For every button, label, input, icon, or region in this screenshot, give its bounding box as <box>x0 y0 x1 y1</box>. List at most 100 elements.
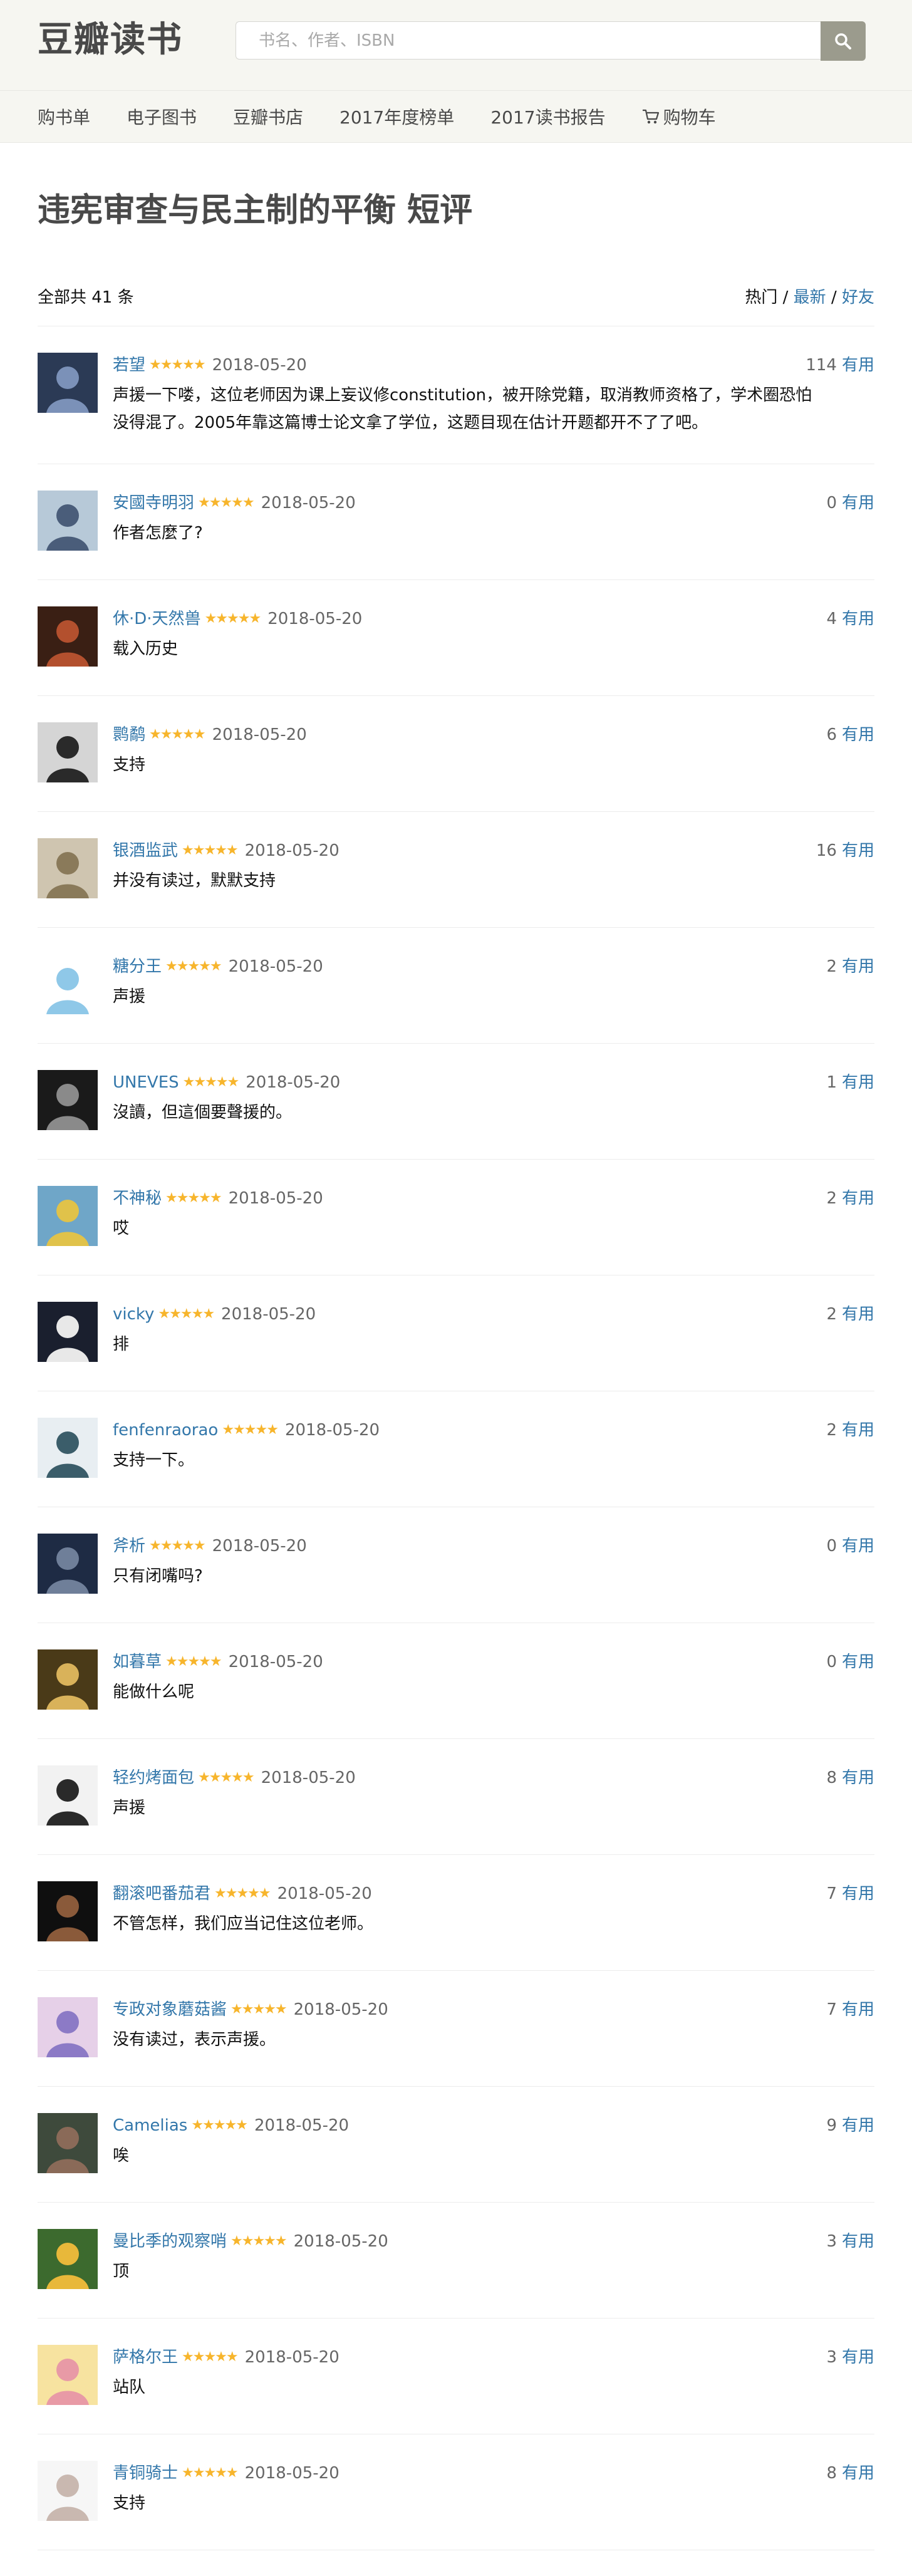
vote-useful-button[interactable]: 有用 <box>842 1653 874 1671</box>
vote-useful-button[interactable]: 有用 <box>842 494 874 512</box>
vote-useful-button[interactable]: 有用 <box>842 957 874 976</box>
vote-count: 8 有用 <box>826 2461 874 2486</box>
comment-meta: 银酒监武 ★★★★★ 2018-05-20 <box>113 838 874 863</box>
avatar[interactable] <box>38 1881 98 1941</box>
avatar[interactable] <box>38 2345 98 2405</box>
comment-username[interactable]: 曼比季的观察哨 <box>113 2229 227 2254</box>
comment-item: 翻滚吧番茄君 ★★★★★ 2018-05-20 不管怎样，我们应当记住这位老师。 7 有用 <box>38 1855 874 1971</box>
avatar[interactable] <box>38 1649 98 1710</box>
vote-useful-button[interactable]: 有用 <box>842 356 874 375</box>
nav-item-annual-ranking[interactable]: 2017年度榜单 <box>339 104 454 129</box>
comment-username[interactable]: vicky <box>113 1302 154 1327</box>
vote-useful-button[interactable]: 有用 <box>842 2348 874 2367</box>
comment-text: 顶 <box>113 2262 130 2281</box>
vote-useful-button[interactable]: 有用 <box>842 725 874 744</box>
avatar[interactable] <box>38 2229 98 2289</box>
avatar[interactable] <box>38 491 98 551</box>
avatar[interactable] <box>38 2113 98 2173</box>
avatar[interactable] <box>38 1765 98 1826</box>
comment-username[interactable]: 青铜骑士 <box>113 2461 178 2486</box>
sort-options: 热门 / 最新 / 好友 <box>745 284 874 308</box>
comment-username[interactable]: 银酒监武 <box>113 838 178 863</box>
comment-body: 曼比季的观察哨 ★★★★★ 2018-05-20 顶 <box>113 2229 874 2318</box>
vote-useful-button[interactable]: 有用 <box>842 1421 874 1440</box>
vote-useful-button[interactable]: 有用 <box>842 1537 874 1555</box>
sort-hot[interactable]: 热门 <box>745 288 777 307</box>
comment-username[interactable]: 斧析 <box>113 1534 145 1559</box>
search-button[interactable] <box>821 21 866 61</box>
comment-date: 2018-05-20 <box>212 356 307 375</box>
comment-meta: 翻滚吧番茄君 ★★★★★ 2018-05-20 <box>113 1881 874 1906</box>
comment-username[interactable]: 若望 <box>113 353 145 378</box>
comment-username[interactable]: 萨格尔王 <box>113 2345 178 2370</box>
comment-body: 斧析 ★★★★★ 2018-05-20 只有闭嘴吗? <box>113 1534 874 1623</box>
vote-useful-button[interactable]: 有用 <box>842 610 874 628</box>
comment-username[interactable]: 专政对象蘑菇酱 <box>113 1997 227 2022</box>
vote-count: 7 有用 <box>826 1997 874 2022</box>
avatar[interactable] <box>38 838 98 898</box>
vote-useful-button[interactable]: 有用 <box>842 1305 874 1324</box>
comment-username[interactable]: UNEVES <box>113 1070 179 1095</box>
comment-username[interactable]: Camelias <box>113 2113 187 2138</box>
comment-username[interactable]: 休·D·天然兽 <box>113 606 201 631</box>
sort-friends[interactable]: 好友 <box>842 288 874 307</box>
avatar[interactable] <box>38 1070 98 1130</box>
rating-stars: ★★★★★ <box>149 1538 206 1554</box>
comment-username[interactable]: fenfenraorao <box>113 1418 218 1443</box>
summary-bar: 全部共 41 条 热门 / 最新 / 好友 <box>38 281 874 326</box>
rating-stars: ★★★★★ <box>231 2233 288 2249</box>
nav-item-booklist[interactable]: 购书单 <box>38 104 90 129</box>
comment-meta: 萨格尔王 ★★★★★ 2018-05-20 <box>113 2345 874 2370</box>
avatar[interactable] <box>38 1302 98 1362</box>
comment-username[interactable]: 糖分王 <box>113 954 162 979</box>
sort-latest[interactable]: 最新 <box>794 288 826 307</box>
avatar[interactable] <box>38 1186 98 1246</box>
comment-item: vicky ★★★★★ 2018-05-20 排 2 有用 <box>38 1275 874 1391</box>
avatar[interactable] <box>38 954 98 1014</box>
comment-meta: 糖分王 ★★★★★ 2018-05-20 <box>113 954 874 979</box>
comment-username[interactable]: 鹮鹬 <box>113 722 145 747</box>
vote-useful-button[interactable]: 有用 <box>842 2000 874 2019</box>
site-logo[interactable]: 豆瓣读书 <box>38 18 183 63</box>
comment-meta: Camelias ★★★★★ 2018-05-20 <box>113 2113 874 2138</box>
avatar[interactable] <box>38 1997 98 2057</box>
nav-item-cart[interactable]: 购物车 <box>642 104 716 129</box>
vote-number: 8 <box>826 2464 837 2483</box>
comment-username[interactable]: 安國寺明羽 <box>113 491 194 516</box>
rating-stars: ★★★★★ <box>198 495 255 511</box>
comment-text: 并没有读过，默默支持 <box>113 871 276 890</box>
nav-item-bookstore[interactable]: 豆瓣书店 <box>233 104 303 129</box>
comment-username[interactable]: 不神秘 <box>113 1186 162 1211</box>
rating-stars: ★★★★★ <box>231 2002 288 2017</box>
comment-text: 声援 <box>113 1799 146 1817</box>
comment-body: vicky ★★★★★ 2018-05-20 排 <box>113 1302 874 1391</box>
comment-date: 2018-05-20 <box>293 2232 388 2251</box>
comment-username[interactable]: 如暮草 <box>113 1649 162 1675</box>
avatar[interactable] <box>38 606 98 667</box>
vote-count: 114 有用 <box>806 353 874 378</box>
comment-text: 支持一下。 <box>113 1451 195 1470</box>
search-input[interactable] <box>236 21 821 60</box>
vote-useful-button[interactable]: 有用 <box>842 1073 874 1092</box>
vote-useful-button[interactable]: 有用 <box>842 2464 874 2483</box>
avatar[interactable] <box>38 1534 98 1594</box>
avatar[interactable] <box>38 722 98 782</box>
vote-useful-button[interactable]: 有用 <box>842 2116 874 2135</box>
vote-number: 6 <box>826 725 837 744</box>
vote-useful-button[interactable]: 有用 <box>842 1884 874 1903</box>
comment-username[interactable]: 轻约烤面包 <box>113 1765 194 1790</box>
comment-username[interactable]: 翻滚吧番茄君 <box>113 1881 210 1906</box>
rating-stars: ★★★★★ <box>214 1886 271 1901</box>
vote-useful-button[interactable]: 有用 <box>842 841 874 860</box>
avatar[interactable] <box>38 353 98 413</box>
avatar[interactable] <box>38 1418 98 1478</box>
vote-useful-button[interactable]: 有用 <box>842 2232 874 2251</box>
comment-body: 鹮鹬 ★★★★★ 2018-05-20 支持 <box>113 722 874 811</box>
nav-item-ebooks[interactable]: 电子图书 <box>127 104 197 129</box>
vote-useful-button[interactable]: 有用 <box>842 1189 874 1208</box>
avatar[interactable] <box>38 2461 98 2521</box>
vote-useful-button[interactable]: 有用 <box>842 1768 874 1787</box>
nav-item-reading-report[interactable]: 2017读书报告 <box>490 104 605 129</box>
comment-meta: 鹮鹬 ★★★★★ 2018-05-20 <box>113 722 874 747</box>
comment-date: 2018-05-20 <box>228 957 323 976</box>
